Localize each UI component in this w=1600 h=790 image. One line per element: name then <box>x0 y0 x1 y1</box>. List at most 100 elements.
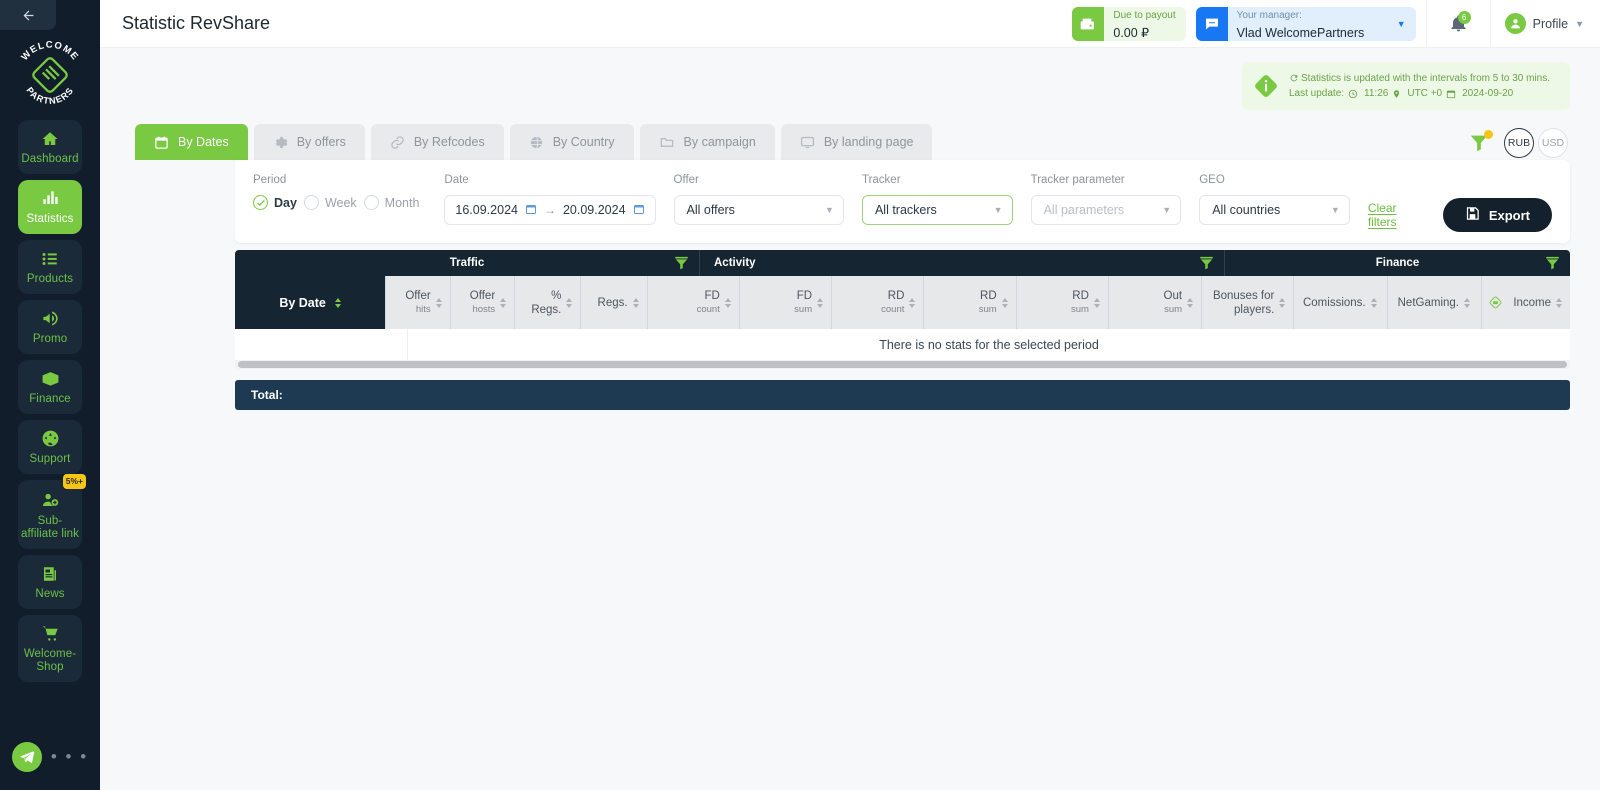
sort-toggle-icon[interactable] <box>817 297 824 308</box>
column-header-regs[interactable]: Regs. <box>580 276 647 329</box>
chevron-down-icon[interactable]: ▼ <box>1321 205 1340 215</box>
funnel-icon[interactable] <box>674 255 689 273</box>
period-option-week[interactable]: Week <box>303 195 357 210</box>
timezone-value: UTC +0 <box>1407 88 1443 99</box>
column-label-sub: sum <box>794 303 813 315</box>
back-button[interactable] <box>0 0 56 30</box>
megaphone-icon <box>41 309 60 328</box>
column-header-rd-count-2[interactable]: RD sum <box>923 276 1016 329</box>
period-option-label: Day <box>274 195 297 210</box>
column-header-offer-hosts[interactable]: Offer hosts <box>449 276 515 329</box>
sort-toggle-icon[interactable] <box>724 297 731 308</box>
funnel-icon[interactable] <box>1545 255 1560 273</box>
last-update-time: 11:26 <box>1364 88 1389 99</box>
sort-toggle-icon[interactable] <box>632 297 639 308</box>
tab-by-country[interactable]: By Country <box>509 124 634 160</box>
tab-by-dates[interactable]: By Dates <box>135 124 248 160</box>
sidebar-item-products[interactable]: Products <box>18 240 82 294</box>
sort-toggle-icon[interactable] <box>1093 297 1100 308</box>
sidebar-item-label: Statistics <box>26 213 74 225</box>
banner-line-2: Last update: 11:26 UTC +0 2024-09-20 <box>1289 86 1550 101</box>
sort-toggle-icon[interactable] <box>909 297 916 308</box>
column-header-netgaming[interactable]: NetGaming. <box>1387 276 1482 329</box>
chevron-down-icon[interactable]: ▼ <box>1152 205 1171 215</box>
column-header-fd-sum[interactable]: FD sum <box>738 276 832 329</box>
more-dots[interactable]: • • • <box>51 748 88 765</box>
clear-filters-link[interactable]: Clear filters <box>1368 201 1427 229</box>
sidebar-item-news[interactable]: News <box>18 555 82 609</box>
column-header-rd-sum[interactable]: RD sum <box>1015 276 1108 329</box>
geo-value: All countries <box>1212 203 1281 217</box>
chevron-down-icon[interactable]: ▼ <box>1397 19 1416 29</box>
tab-by-offers[interactable]: By offers <box>253 124 365 160</box>
column-header-out-sum[interactable]: Out sum <box>1107 276 1202 329</box>
column-header-by-date[interactable]: By Date <box>235 276 386 329</box>
column-header-income[interactable]: Income <box>1481 276 1570 329</box>
sort-toggle-icon[interactable] <box>334 297 341 308</box>
table-empty-row: There is no stats for the selected perio… <box>235 329 1570 360</box>
period-option-day[interactable]: Day <box>253 195 297 210</box>
chevron-down-icon[interactable]: ▼ <box>815 205 834 215</box>
sort-toggle-icon[interactable] <box>1370 297 1377 308</box>
column-header-offer-hits[interactable]: Offer hits <box>385 276 450 329</box>
funnel-icon[interactable] <box>1199 255 1214 273</box>
sidebar-nav: Dashboard Statistics Products Promo Fina… <box>0 120 100 682</box>
column-header-rd-count[interactable]: RD count <box>831 276 924 329</box>
brand-logo[interactable]: WELCOME PARTNERS <box>11 36 89 114</box>
sort-toggle-icon[interactable] <box>1001 297 1008 308</box>
gear-icon <box>273 135 288 150</box>
period-option-month[interactable]: Month <box>363 195 419 210</box>
due-to-payout-label: Due to payout <box>1113 10 1176 22</box>
sidebar-item-welcome-shop[interactable]: Welcome-Shop <box>18 615 82 682</box>
chevron-down-icon[interactable]: ▼ <box>984 205 1003 215</box>
column-filter-button[interactable] <box>1468 130 1493 154</box>
geo-label: GEO <box>1199 174 1225 186</box>
sort-toggle-icon[interactable] <box>1279 297 1286 308</box>
column-header-comissions[interactable]: Comissions. <box>1293 276 1388 329</box>
sort-toggle-icon[interactable] <box>1187 297 1194 308</box>
home-icon <box>41 129 59 148</box>
column-header-fd-count[interactable]: FD count <box>646 276 739 329</box>
tab-by-campaign[interactable]: By campaign <box>639 124 775 160</box>
sort-toggle-icon[interactable] <box>500 297 507 308</box>
manager-widget[interactable]: Your manager: Vlad WelcomePartners ▼ <box>1195 6 1416 41</box>
tracker-select[interactable]: All trackers ▼ <box>861 195 1013 225</box>
geo-select[interactable]: All countries ▼ <box>1199 195 1350 225</box>
notifications-button[interactable]: 6 <box>1425 0 1490 48</box>
sidebar-item-promo[interactable]: Promo <box>18 300 82 354</box>
table-horizontal-scrollbar[interactable] <box>235 360 1570 369</box>
profile-menu[interactable]: Profile ▼ <box>1489 0 1600 48</box>
column-label: Offer hits <box>405 289 430 317</box>
sidebar-item-statistics[interactable]: Statistics <box>18 180 82 234</box>
calendar-icon[interactable] <box>633 203 645 218</box>
sidebar-item-dashboard[interactable]: Dashboard <box>18 120 82 174</box>
tracker-parameter-select[interactable]: All parameters ▼ <box>1030 195 1182 225</box>
date-range-input[interactable]: 16.09.2024 → 20.09.2024 <box>444 195 656 225</box>
sidebar-item-label: Welcome-Shop <box>23 648 77 673</box>
table-group-finance: Finance <box>1225 250 1570 276</box>
export-button[interactable]: Export <box>1442 198 1553 232</box>
sort-toggle-icon[interactable] <box>1556 297 1563 308</box>
column-header-percent-regs[interactable]: % Regs. <box>514 276 581 329</box>
link-icon <box>390 135 405 150</box>
sidebar-item-sub-affiliate-link[interactable]: 5%+ Sub-affiliate link <box>18 474 86 549</box>
calendar-icon[interactable] <box>525 203 537 218</box>
currency-usd-button[interactable]: USD <box>1538 128 1568 158</box>
tab-by-refcodes[interactable]: By Refcodes <box>370 124 504 160</box>
scrollbar-thumb[interactable] <box>238 361 1567 368</box>
column-label-main: FD <box>704 289 720 302</box>
telegram-button[interactable] <box>11 742 42 772</box>
currency-rub-button[interactable]: RUB <box>1504 128 1534 158</box>
sort-toggle-icon[interactable] <box>1463 297 1470 308</box>
column-label: % Regs. <box>531 289 562 316</box>
tab-by-landing-page[interactable]: By landing page <box>780 124 933 160</box>
sidebar-item-support[interactable]: Support <box>18 420 82 474</box>
sort-toggle-icon[interactable] <box>566 297 573 308</box>
column-header-bonuses-for-players[interactable]: Bonuses for players. <box>1201 276 1294 329</box>
offer-select[interactable]: All offers ▼ <box>673 195 844 225</box>
due-to-payout-widget[interactable]: Due to payout 0.00 ₽ <box>1072 6 1186 41</box>
sidebar-item-finance[interactable]: Finance <box>18 360 82 414</box>
user-plus-icon <box>41 491 60 510</box>
sort-toggle-icon[interactable] <box>435 297 442 308</box>
chevron-down-icon[interactable]: ▼ <box>1575 19 1584 29</box>
